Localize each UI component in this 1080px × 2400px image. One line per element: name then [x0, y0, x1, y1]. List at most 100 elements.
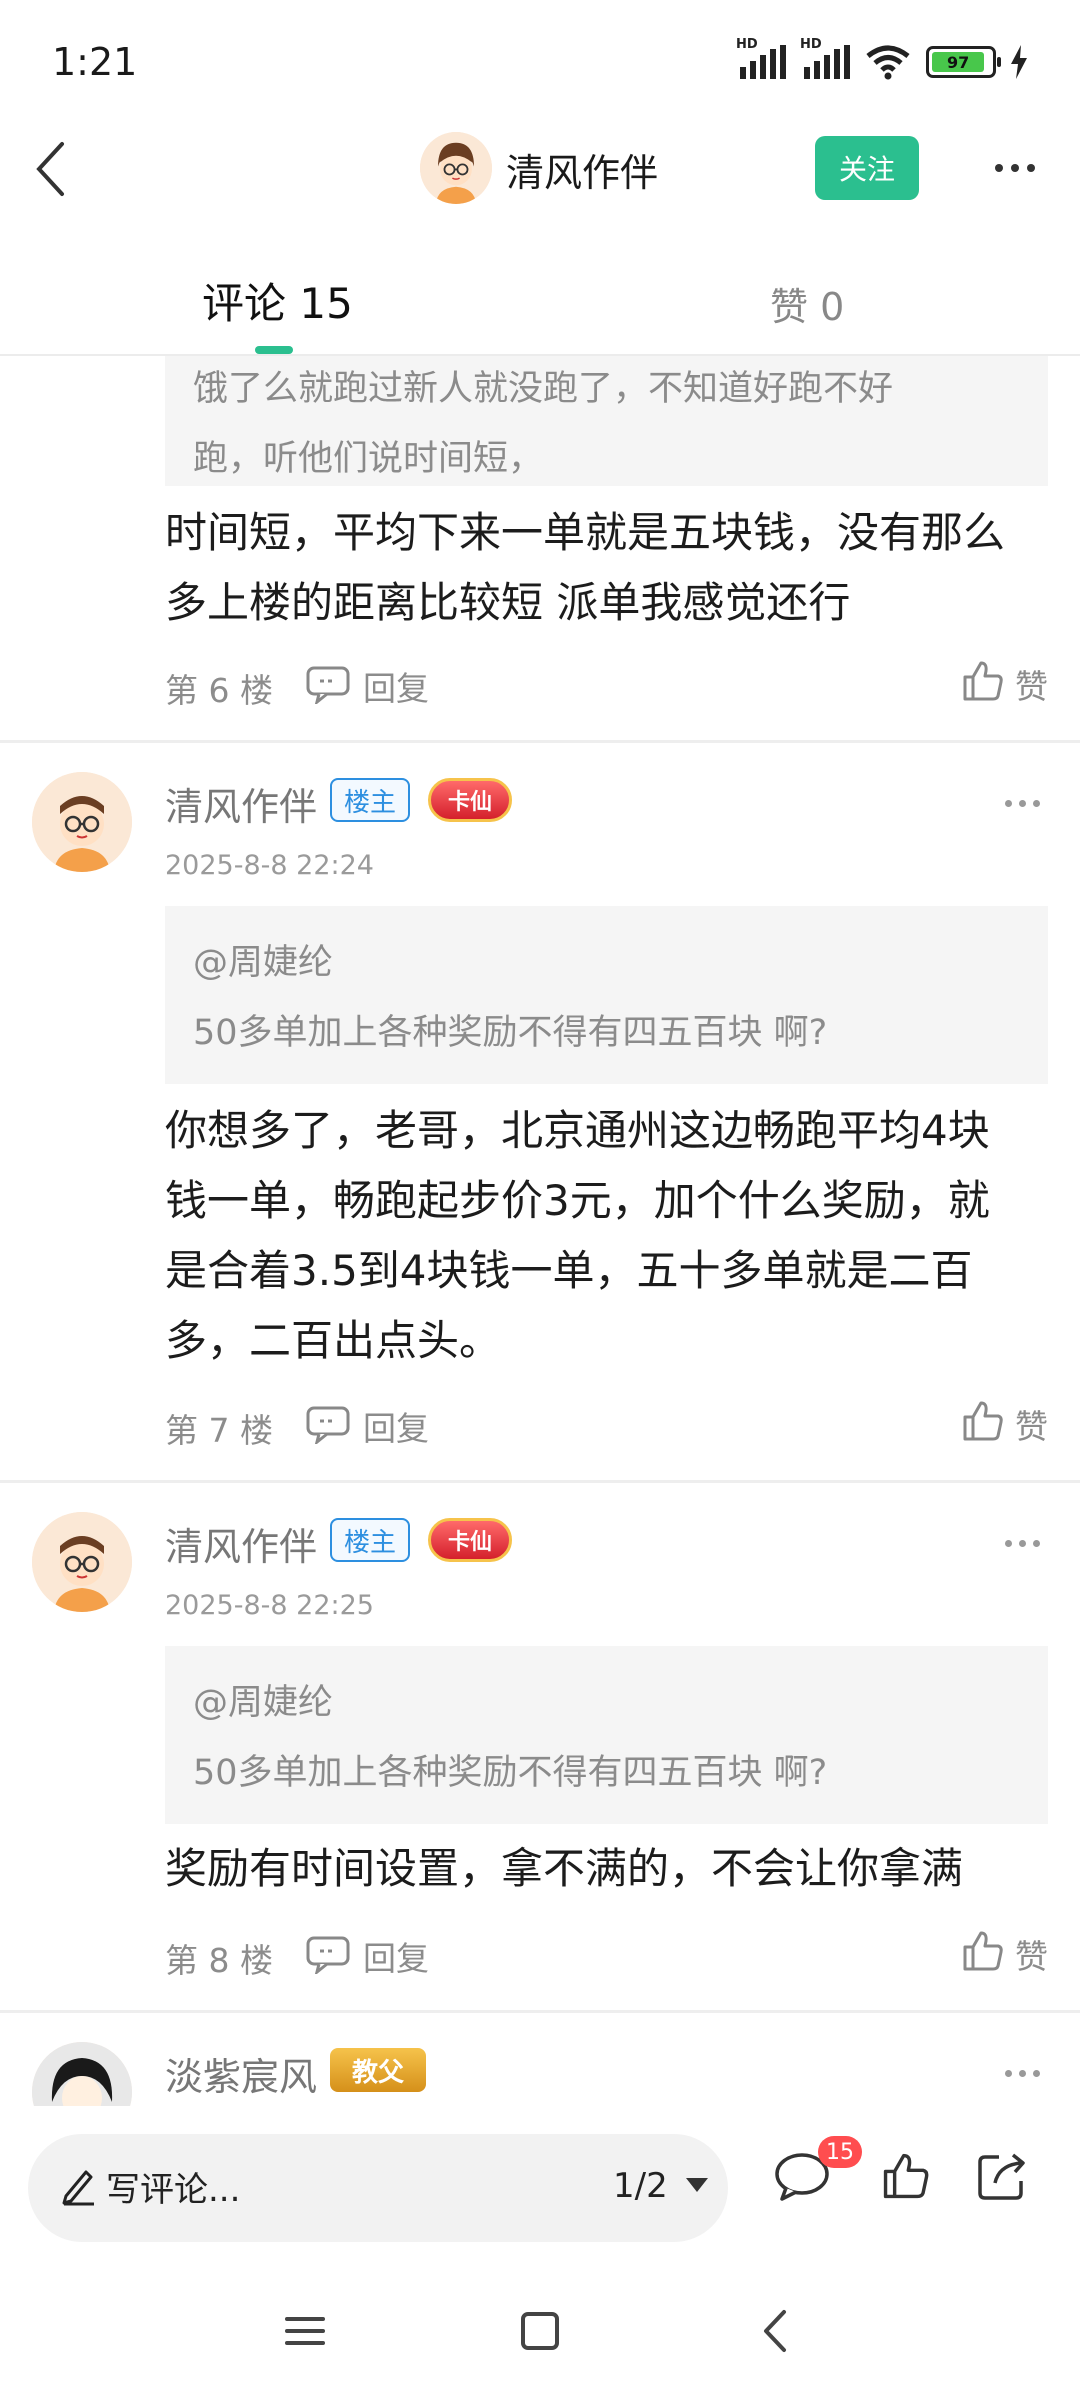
- thumbs-up-icon: [883, 2153, 929, 2199]
- hd-label: HD: [736, 37, 758, 52]
- status-bar: 1:21 HD HD 97: [0, 0, 1080, 120]
- reply-label: 回复: [363, 1939, 429, 1978]
- home-icon: [521, 2312, 559, 2350]
- floor-number: 第 8 楼: [165, 1941, 273, 1980]
- menu-icon: [285, 2317, 325, 2345]
- host-badge: 楼主: [330, 1518, 410, 1562]
- medal-badge: 教父: [330, 2048, 426, 2092]
- reply-icon: [306, 1936, 350, 1974]
- quoted-text: @周婕纶 50多单加上各种奖励不得有四五百块 啊?: [165, 906, 1048, 1084]
- comment-time: 2025-8-8 22:24: [165, 850, 374, 881]
- signal-icon: HD: [736, 37, 786, 79]
- back-button[interactable]: [20, 134, 80, 204]
- commenter-avatar[interactable]: [32, 772, 132, 872]
- thumbs-up-icon: [963, 1931, 1003, 1971]
- follow-button[interactable]: 关注: [815, 136, 919, 200]
- comment-placeholder: 写评论...: [106, 2170, 241, 2210]
- divider: [0, 1480, 1080, 1483]
- tab-likes[interactable]: 赞 0: [770, 276, 844, 331]
- tab-indicator: [255, 346, 293, 354]
- host-badge: 楼主: [330, 778, 410, 822]
- like-post-button[interactable]: [876, 2146, 936, 2206]
- like-button[interactable]: 赞: [961, 1394, 1048, 1448]
- like-label: 赞: [1015, 1937, 1048, 1976]
- quote-line: 饿了么就跑过新人就没跑了，不知道好跑不好: [193, 369, 894, 409]
- comment-list[interactable]: 饿了么就跑过新人就没跑了，不知道好跑不好 跑，听他们说时间短， 时间短，平均下来…: [0, 356, 1080, 2106]
- quote-line: 50多单加上各种奖励不得有四五百块 啊?: [193, 1013, 828, 1053]
- quote-mention: @周婕纶: [193, 943, 334, 983]
- quoted-text: @周婕纶 50多单加上各种奖励不得有四五百块 啊?: [165, 1646, 1048, 1824]
- comment-meta: 第 8 楼 回复 赞: [165, 1924, 1048, 1980]
- nav-back-button[interactable]: [740, 2296, 810, 2366]
- more-options-button[interactable]: [985, 148, 1045, 188]
- like-button[interactable]: 赞: [961, 654, 1048, 708]
- author-name[interactable]: 清风作伴: [506, 142, 658, 197]
- chevron-left-icon: [764, 2310, 786, 2352]
- comment-meta: 第 7 楼 回复 赞: [165, 1394, 1048, 1450]
- status-time: 1:21: [52, 40, 138, 84]
- medal-badge: 卡仙: [428, 1518, 512, 1562]
- avatar-icon: [32, 772, 132, 872]
- tab-comments[interactable]: 评论 15: [202, 270, 353, 331]
- comment-more-button[interactable]: [1005, 2070, 1040, 2077]
- comment-time: 2025-8-8 22:25: [165, 1590, 374, 1621]
- page-dropdown-icon[interactable]: [686, 2178, 708, 2192]
- tabs: 评论 15 赞 0: [0, 250, 1080, 356]
- like-label: 赞: [1015, 667, 1048, 706]
- divider: [0, 740, 1080, 743]
- page-indicator[interactable]: 1/2: [613, 2166, 668, 2206]
- comment-body: 时间短，平均下来一单就是五块钱，没有那么 多上楼的距离比较短 派单我感觉还行: [165, 498, 1045, 638]
- medal-badge: 卡仙: [428, 778, 512, 822]
- battery-icon: 97: [926, 46, 1001, 78]
- commenter-avatar[interactable]: [32, 1512, 132, 1612]
- reply-button[interactable]: 回复: [305, 1398, 429, 1450]
- quote-line: 50多单加上各种奖励不得有四五百块 啊?: [193, 1753, 828, 1793]
- body-line: 钱一单，畅跑起步价3元，加个什么奖励，就: [165, 1176, 990, 1225]
- thumbs-up-icon: [963, 1401, 1003, 1441]
- avatar-icon: [420, 132, 492, 204]
- commenter-name[interactable]: 清风作伴: [165, 776, 317, 831]
- quote-mention: @周婕纶: [193, 1683, 334, 1723]
- bottom-bar: 写评论... 1/2 15: [0, 2106, 1080, 2266]
- reply-button[interactable]: 回复: [305, 658, 429, 710]
- thumbs-up-icon: [963, 661, 1003, 701]
- pencil-icon: [62, 2170, 94, 2206]
- avatar-icon: [32, 1512, 132, 1612]
- comment-more-button[interactable]: [1005, 800, 1040, 807]
- comment-input[interactable]: 写评论... 1/2: [28, 2134, 728, 2242]
- body-line: 你想多了，老哥，北京通州这边畅跑平均4块: [165, 1106, 990, 1155]
- commenter-name[interactable]: 清风作伴: [165, 1516, 317, 1571]
- share-icon: [978, 2153, 1025, 2200]
- floor-number: 第 6 楼: [165, 671, 273, 710]
- reply-label: 回复: [363, 1409, 429, 1448]
- body-line: 多上楼的距离比较短 派单我感觉还行: [165, 578, 851, 627]
- share-button[interactable]: [972, 2146, 1032, 2206]
- comment-more-button[interactable]: [1005, 1540, 1040, 1547]
- body-line: 是合着3.5到4块钱一单，五十多单就是二百: [165, 1246, 973, 1295]
- signal-icon-2: HD: [800, 37, 850, 79]
- home-button[interactable]: [505, 2296, 575, 2366]
- comment-meta: 第 6 楼 回复 赞: [165, 654, 1048, 710]
- menu-button[interactable]: [270, 2296, 340, 2366]
- status-icons: HD HD 97: [736, 37, 1028, 80]
- avatar-icon: [32, 2042, 132, 2106]
- comment-count-badge: 15: [818, 2136, 862, 2168]
- body-line: 多，二百出点头。: [165, 1316, 502, 1365]
- commenter-avatar[interactable]: [32, 2042, 132, 2106]
- comment-body: 你想多了，老哥，北京通州这边畅跑平均4块 钱一单，畅跑起步价3元，加个什么奖励，…: [165, 1096, 1045, 1376]
- reply-icon: [306, 1406, 350, 1444]
- quoted-text: 饿了么就跑过新人就没跑了，不知道好跑不好 跑，听他们说时间短，: [165, 356, 1048, 486]
- system-nav-bar: [0, 2266, 1080, 2400]
- like-label: 赞: [1015, 1407, 1048, 1446]
- comment-body: 奖励有时间设置，拿不满的，不会让你拿满: [165, 1834, 1045, 1904]
- floor-number: 第 7 楼: [165, 1411, 273, 1450]
- divider: [0, 2010, 1080, 2013]
- reply-button[interactable]: 回复: [305, 1928, 429, 1980]
- commenter-name[interactable]: 淡紫宸风: [165, 2046, 317, 2101]
- body-line: 奖励有时间设置，拿不满的，不会让你拿满: [165, 1844, 964, 1893]
- charging-icon: [1011, 45, 1027, 79]
- like-button[interactable]: 赞: [961, 1924, 1048, 1978]
- reply-icon: [306, 666, 350, 704]
- author-avatar[interactable]: [420, 132, 492, 204]
- hd-label: HD: [800, 37, 822, 52]
